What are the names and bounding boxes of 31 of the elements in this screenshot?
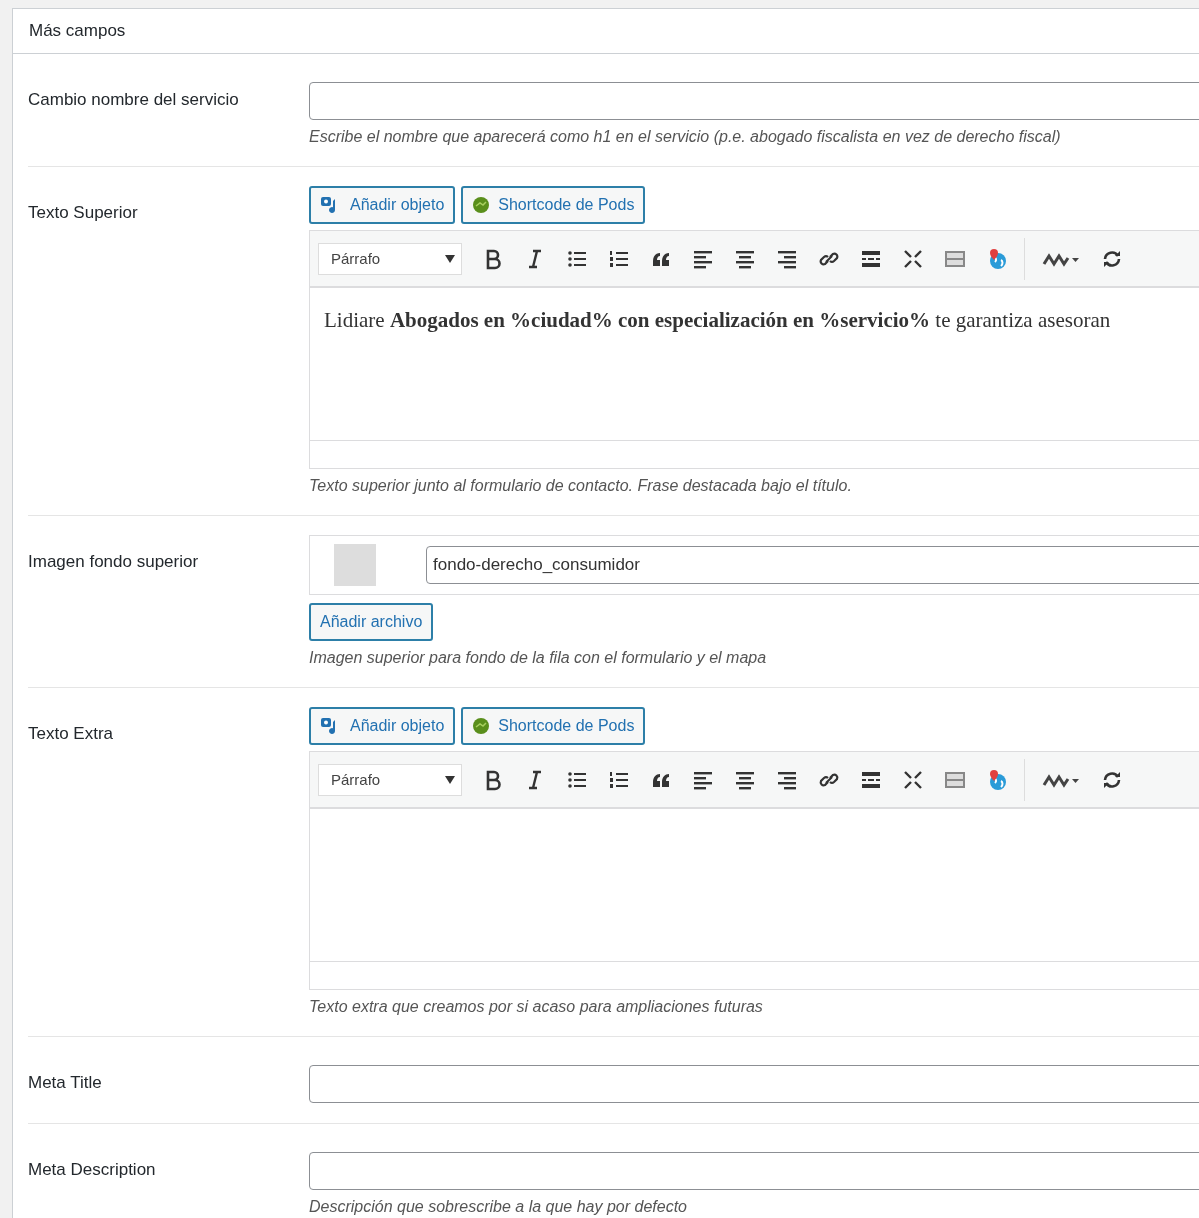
field-description: Texto extra que creamos por si acaso para ampliaciones futuras xyxy=(309,998,764,1016)
field-description: Imagen superior para fondo de la fila con el formulario y el mapa xyxy=(309,649,768,667)
shortcode-button[interactable]: Shortcode de Pods xyxy=(461,707,646,745)
pods-logo-icon xyxy=(472,196,491,214)
add-media-button[interactable]: Añadir objeto xyxy=(309,707,456,745)
field-label: Texto Extra xyxy=(28,723,115,745)
field-description: Escribe el nombre que aparecerá como h1 en el servicio (p.e. abogado fiscalista en vez de derecho fiscal) xyxy=(309,128,1062,146)
field-label: Imagen fondo superior xyxy=(28,551,200,573)
dropdown-caret-icon xyxy=(445,254,455,263)
shortcode-button[interactable]: Shortcode de Pods xyxy=(461,186,646,224)
field-label: Cambio nombre del servicio xyxy=(28,89,240,111)
field-description: Texto superior junto al formulario de contacto. Frase destacada bajo el título. xyxy=(309,477,853,495)
image-thumbnail xyxy=(334,544,376,586)
pods-logo-icon xyxy=(472,717,491,735)
editor-text: Lidiare Abogados en %ciudad% con especialización en %servicio% te garantiza asesoran xyxy=(324,307,1112,333)
text-input-field[interactable] xyxy=(309,1065,1199,1103)
format-dropdown[interactable]: Párrafo xyxy=(318,763,462,796)
add-file-button[interactable]: Añadir archivo xyxy=(309,603,434,641)
field-label: Meta Title xyxy=(28,1072,103,1094)
field-label: Meta Description xyxy=(28,1159,157,1181)
add-media-button[interactable]: Añadir objeto xyxy=(309,186,456,224)
field-label: Texto Superior xyxy=(28,202,139,224)
field-description: Descripción que sobrescribe a la que hay por defecto xyxy=(309,1198,688,1216)
text-input-field[interactable] xyxy=(309,82,1199,120)
text-input-field[interactable] xyxy=(309,1152,1199,1190)
rich-text-editor[interactable]: Párrafo xyxy=(309,751,1199,990)
rich-text-editor[interactable]: Párrafo Lidiare Abogados en %ciudad% con especialización en %servicio% te garantiza asesoran xyxy=(309,230,1199,469)
file-name-field[interactable]: fondo-derecho_consumidor xyxy=(426,546,1199,584)
dropdown-caret-icon xyxy=(445,775,455,784)
format-dropdown[interactable]: Párrafo xyxy=(318,242,462,275)
panel-title: Más campos xyxy=(29,21,127,41)
